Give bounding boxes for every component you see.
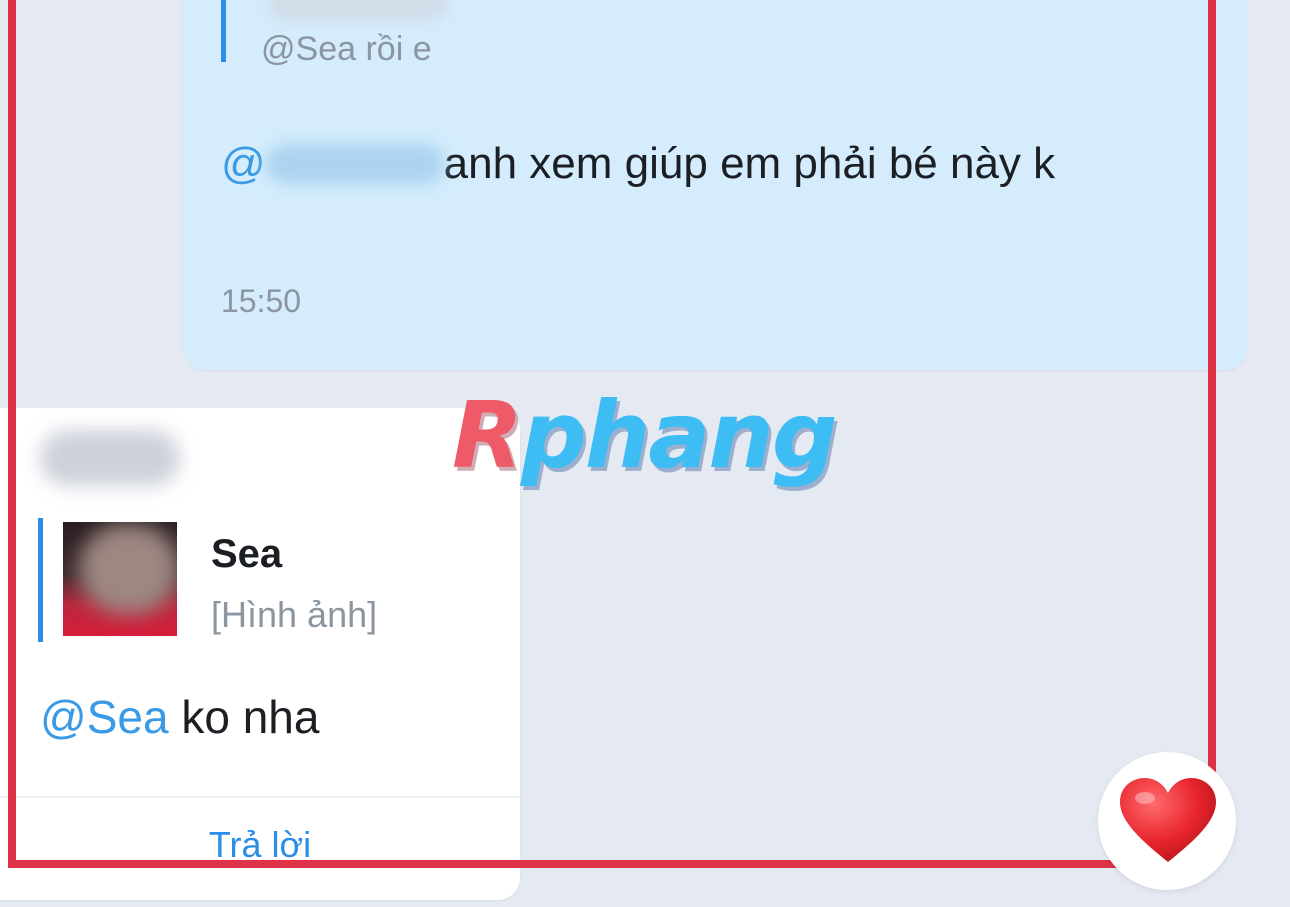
message-timestamp: 15:50 <box>221 283 302 319</box>
blurred-face <box>79 524 177 614</box>
mention-name-blurred <box>265 144 444 184</box>
divider <box>0 796 520 798</box>
message-body: anh xem giúp em phải bé này k <box>443 139 1056 188</box>
incoming-message-bubble[interactable]: Sea [Hình ảnh] @Sea ko nha Trả lời <box>0 408 520 900</box>
mention-prefix: @ <box>221 139 266 188</box>
quoted-image-label: [Hình ảnh] <box>211 594 378 635</box>
mention-link[interactable]: @Sea <box>40 691 169 743</box>
message-text: @ anh xem giúp em phải bé này k <box>221 130 1221 198</box>
quoted-sender-name: Sea <box>211 532 283 576</box>
mention-link[interactable]: @ <box>221 139 444 188</box>
sender-name-blurred <box>40 430 180 486</box>
heart-icon <box>1120 778 1216 862</box>
quoted-sender-blurred <box>268 0 448 20</box>
quoted-message[interactable]: Sea [Hình ảnh] <box>38 518 483 642</box>
outgoing-message-bubble[interactable]: @Sea rồi e @ anh xem giúp em phải bé này … <box>183 0 1247 370</box>
quoted-message[interactable]: @Sea rồi e <box>221 0 448 68</box>
reply-button[interactable]: Trả lời <box>0 824 520 866</box>
message-text: @Sea ko nha <box>40 690 319 744</box>
quoted-message-text: @Sea rồi e <box>261 30 432 68</box>
message-body: ko nha <box>168 691 320 743</box>
reaction-button[interactable] <box>1098 752 1236 890</box>
quoted-image-thumbnail[interactable] <box>63 522 177 636</box>
watermark-logo-part2: phang <box>520 382 838 489</box>
